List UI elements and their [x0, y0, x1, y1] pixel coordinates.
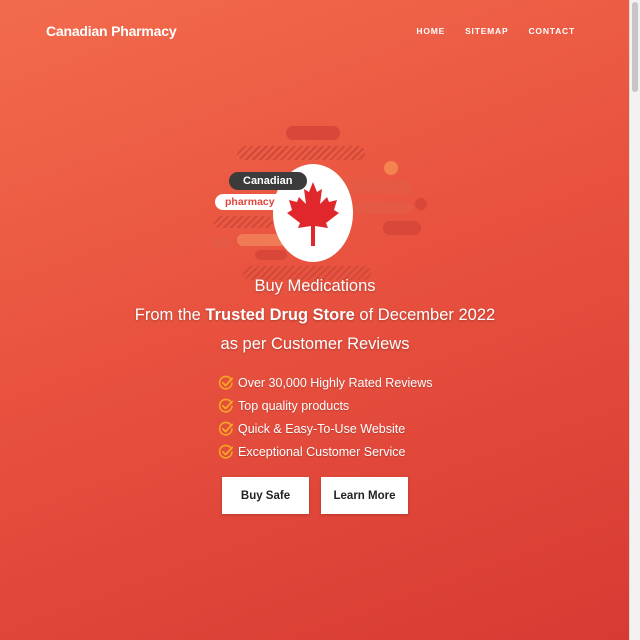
feature-item: Top quality products: [218, 394, 433, 417]
check-circle-icon: [218, 421, 234, 436]
nav-links: HOME SITEMAP CONTACT: [416, 26, 575, 36]
decor-dot: [384, 161, 398, 175]
logo-pharmacy-tag: pharmacy: [215, 194, 285, 210]
hero-line-1: Buy Medications: [254, 277, 376, 295]
hero-line-2-prefix: From the: [134, 306, 206, 324]
feature-text: Over 30,000 Highly Rated Reviews: [238, 375, 433, 390]
feature-item: Quick & Easy-To-Use Website: [218, 417, 433, 440]
hero-line-2-bold: Trusted Drug Store: [205, 306, 355, 324]
hero-line-2: From the Trusted Drug Store of December …: [0, 306, 630, 325]
logo-canadian-tag: Canadian: [229, 172, 307, 190]
feature-text: Exceptional Customer Service: [238, 444, 406, 459]
page-scrollbar[interactable]: [629, 0, 640, 640]
decor-stripe: [213, 216, 273, 228]
learn-more-button[interactable]: Learn More: [321, 477, 408, 514]
check-circle-icon: [218, 398, 234, 413]
scrollbar-thumb[interactable]: [632, 2, 638, 92]
decor-pill: [355, 202, 413, 214]
decor-stripe: [237, 146, 365, 160]
decor-pill: [211, 238, 233, 248]
nav-contact-link[interactable]: CONTACT: [528, 26, 575, 36]
check-circle-icon: [218, 444, 234, 459]
hero-line-3: as per Customer Reviews: [220, 335, 410, 353]
canadian-pharmacy-logo-graphic: Canadian pharmacy: [205, 120, 435, 280]
brand-logo-text[interactable]: Canadian Pharmacy: [46, 23, 177, 39]
top-navbar: Canadian Pharmacy HOME SITEMAP CONTACT: [0, 0, 630, 64]
buy-safe-button[interactable]: Buy Safe: [222, 477, 309, 514]
feature-item: Exceptional Customer Service: [218, 440, 433, 463]
hero-line-2-suffix: of December 2022: [354, 306, 496, 324]
decor-pill: [339, 180, 411, 194]
decor-pill: [383, 221, 421, 235]
check-circle-icon: [218, 375, 234, 390]
feature-item: Over 30,000 Highly Rated Reviews: [218, 371, 433, 394]
nav-sitemap-link[interactable]: SITEMAP: [465, 26, 508, 36]
feature-text: Quick & Easy-To-Use Website: [238, 421, 406, 436]
decor-dot: [415, 198, 427, 210]
maple-leaf-icon: [287, 182, 339, 246]
decor-pill: [255, 250, 287, 260]
feature-text: Top quality products: [238, 398, 350, 413]
feature-list: Over 30,000 Highly Rated Reviews Top qua…: [218, 371, 433, 463]
decor-pill: [286, 126, 340, 140]
nav-home-link[interactable]: HOME: [416, 26, 445, 36]
